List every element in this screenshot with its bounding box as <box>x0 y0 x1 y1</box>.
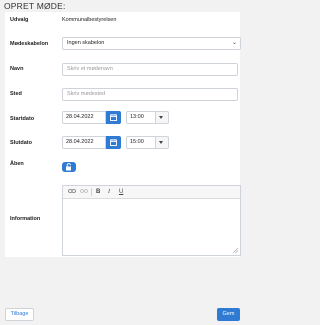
skabelon-label: Mødeskabelon <box>10 41 49 47</box>
meeting-form: Udvalg Kommunalbestyrelsen Mødeskabelon … <box>5 12 241 257</box>
aaben-toggle[interactable] <box>62 162 76 172</box>
skabelon-selected-value: Ingen skabelon <box>67 40 105 46</box>
start-calendar-button[interactable] <box>106 111 121 124</box>
unlink-icon[interactable] <box>80 188 88 197</box>
navn-input[interactable]: Skriv et mødenavn <box>62 63 238 76</box>
start-time-dropdown-button[interactable] <box>156 111 169 124</box>
caret-down-icon <box>159 141 163 144</box>
startdato-label: Startdato <box>10 116 35 122</box>
start-time-input[interactable]: 13:00 <box>126 111 156 124</box>
unlock-icon <box>66 163 71 171</box>
aaben-label: Åben <box>10 161 24 167</box>
page-title: OPRET MØDE: <box>4 1 66 11</box>
calendar-icon <box>110 114 117 121</box>
sted-input[interactable]: Skriv mødested <box>62 88 238 101</box>
save-button[interactable]: Gem <box>217 308 240 321</box>
calendar-icon <box>110 139 117 146</box>
bold-button[interactable]: B <box>96 188 100 196</box>
end-calendar-button[interactable] <box>106 136 121 149</box>
back-button[interactable]: Tilbage <box>5 308 34 321</box>
end-date-input[interactable]: 28.04.2022 <box>62 136 106 149</box>
udvalg-label: Udvalg <box>10 17 29 23</box>
italic-button[interactable]: I <box>108 188 110 196</box>
start-date-input[interactable]: 28.04.2022 <box>62 111 106 124</box>
slutdato-label: Slutdato <box>10 140 32 146</box>
end-time-dropdown-button[interactable] <box>156 136 169 149</box>
sted-label: Sted <box>10 91 22 97</box>
toolbar-divider <box>91 188 92 196</box>
end-time-input[interactable]: 15:00 <box>126 136 156 149</box>
caret-down-icon <box>159 116 163 119</box>
navn-label: Navn <box>10 66 24 72</box>
skabelon-select[interactable]: Ingen skabelon ⌄ <box>62 37 241 50</box>
link-icon[interactable] <box>68 188 76 197</box>
information-editor: B I U <box>62 185 241 256</box>
information-textarea[interactable] <box>63 198 240 255</box>
information-label: Information <box>10 216 41 222</box>
resize-grip-icon[interactable] <box>233 248 238 253</box>
underline-button[interactable]: U <box>119 188 123 196</box>
udvalg-value: Kommunalbestyrelsen <box>62 17 117 23</box>
chevron-down-icon: ⌄ <box>231 40 237 46</box>
